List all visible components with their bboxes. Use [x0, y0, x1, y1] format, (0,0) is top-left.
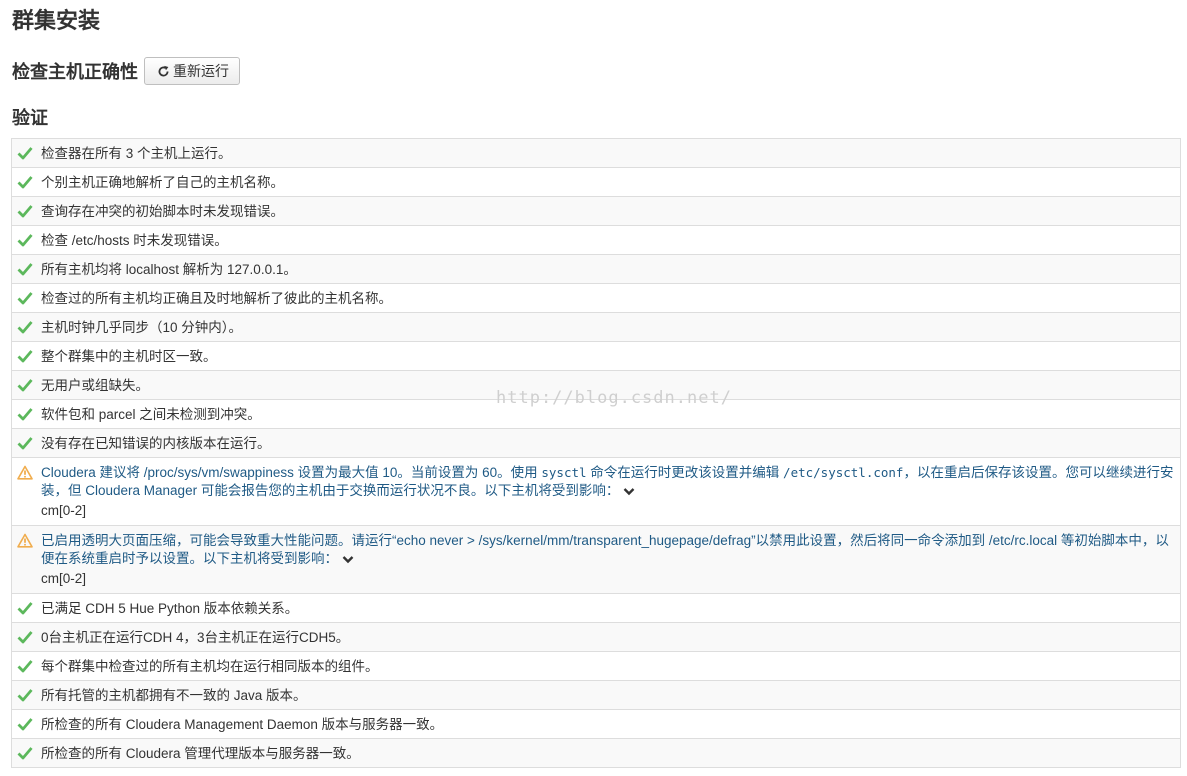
- check-icon: [17, 263, 33, 276]
- warning-message: Cloudera 建议将 /proc/sys/vm/swappiness 设置为…: [41, 465, 1173, 498]
- check-row-passed: 所检查的所有 Cloudera 管理代理版本与服务器一致。: [12, 739, 1180, 768]
- check-icon: [17, 718, 33, 731]
- status-icon: [17, 435, 41, 455]
- status-icon: [17, 600, 41, 620]
- check-row-passed: 检查器在所有 3 个主机上运行。: [12, 139, 1180, 168]
- check-icon: [17, 689, 33, 702]
- status-icon: [17, 348, 41, 368]
- message-text: Cloudera 建议将 /proc/sys/vm/swappiness 设置为…: [41, 465, 542, 480]
- affected-hosts: cm[0-2]: [41, 503, 87, 518]
- check-icon: [17, 292, 33, 305]
- check-row-passed: 0台主机正在运行CDH 4，3台主机正在运行CDH5。: [12, 623, 1180, 652]
- status-icon: [17, 745, 41, 765]
- check-icon: [17, 747, 33, 760]
- status-icon: [17, 203, 41, 223]
- check-icon: [17, 350, 33, 363]
- check-row-passed: 已满足 CDH 5 Hue Python 版本依赖关系。: [12, 594, 1180, 623]
- check-text: 检查 /etc/hosts 时未发现错误。: [41, 233, 228, 248]
- validation-title: 验证: [12, 108, 48, 129]
- message-text: 已启用透明大页面压缩，可能会导致重大性能问题。请运行“echo never > …: [41, 533, 1169, 566]
- status-icon: [17, 145, 41, 165]
- check-row-passed: 软件包和 parcel 之间未检测到冲突。: [12, 400, 1180, 429]
- check-text: 所有托管的主机都拥有不一致的 Java 版本。: [41, 688, 307, 703]
- section-header: 检查主机正确性 重新运行: [12, 56, 240, 86]
- affected-hosts: cm[0-2]: [41, 571, 87, 586]
- check-text: 软件包和 parcel 之间未检测到冲突。: [41, 407, 261, 422]
- check-row-warning: 已启用透明大页面压缩，可能会导致重大性能问题。请运行“echo never > …: [12, 526, 1180, 594]
- check-text: 无用户或组缺失。: [41, 378, 149, 393]
- status-icon: [17, 464, 41, 485]
- check-text: 所检查的所有 Cloudera 管理代理版本与服务器一致。: [41, 746, 360, 761]
- status-icon: [17, 290, 41, 310]
- status-icon: [17, 232, 41, 252]
- check-row-passed: 主机时钟几乎同步（10 分钟内）。: [12, 313, 1180, 342]
- check-icon: [17, 660, 33, 673]
- check-row-passed: 检查过的所有主机均正确且及时地解析了彼此的主机名称。: [12, 284, 1180, 313]
- section-title: 检查主机正确性: [12, 62, 138, 83]
- status-icon: [17, 174, 41, 194]
- check-icon: [17, 321, 33, 334]
- check-text: 个别主机正确地解析了自己的主机名称。: [41, 175, 284, 190]
- check-icon: [17, 147, 33, 160]
- check-text: 已启用透明大页面压缩，可能会导致重大性能问题。请运行“echo never > …: [41, 532, 1174, 588]
- check-icon: [17, 437, 33, 450]
- validation-results-table: 检查器在所有 3 个主机上运行。个别主机正确地解析了自己的主机名称。 查询存在冲突…: [11, 138, 1181, 768]
- check-icon: [17, 379, 33, 392]
- check-row-passed: 查询存在冲突的初始脚本时未发现错误。: [12, 197, 1180, 226]
- status-icon: [17, 658, 41, 678]
- chevron-down-icon[interactable]: [342, 555, 354, 564]
- check-row-passed: 所检查的所有 Cloudera Management Daemon 版本与服务器…: [12, 710, 1180, 739]
- check-text: Cloudera 建议将 /proc/sys/vm/swappiness 设置为…: [41, 464, 1174, 520]
- page-title: 群集安装: [12, 8, 101, 34]
- check-icon: [17, 205, 33, 218]
- check-icon: [17, 176, 33, 189]
- status-icon: [17, 716, 41, 736]
- check-text: 整个群集中的主机时区一致。: [41, 349, 217, 364]
- check-text: 所有主机均将 localhost 解析为 127.0.0.1。: [41, 262, 297, 277]
- status-icon: [17, 406, 41, 426]
- check-text: 每个群集中检查过的所有主机均在运行相同版本的组件。: [41, 659, 379, 674]
- rerun-button[interactable]: 重新运行: [144, 57, 240, 85]
- check-row-passed: 整个群集中的主机时区一致。: [12, 342, 1180, 371]
- chevron-down-icon[interactable]: [623, 487, 635, 496]
- check-text: 检查过的所有主机均正确且及时地解析了彼此的主机名称。: [41, 291, 392, 306]
- check-icon: [17, 631, 33, 644]
- status-icon: [17, 629, 41, 649]
- code-text: /etc/sysctl.conf: [783, 465, 904, 480]
- check-row-passed: 所有托管的主机都拥有不一致的 Java 版本。: [12, 681, 1180, 710]
- check-text: 0台主机正在运行CDH 4，3台主机正在运行CDH5。: [41, 630, 350, 645]
- status-icon: [17, 261, 41, 281]
- check-row-passed: 检查 /etc/hosts 时未发现错误。: [12, 226, 1180, 255]
- refresh-icon: [158, 65, 169, 76]
- message-text: 命令在运行时更改该设置并编辑: [586, 465, 784, 480]
- check-icon: [17, 234, 33, 247]
- check-icon: [17, 408, 33, 421]
- status-icon: [17, 319, 41, 339]
- check-text: 查询存在冲突的初始脚本时未发现错误。: [41, 204, 284, 219]
- check-icon: [17, 602, 33, 615]
- check-row-passed: 所有主机均将 localhost 解析为 127.0.0.1。: [12, 255, 1180, 284]
- check-text: 检查器在所有 3 个主机上运行。: [41, 146, 232, 161]
- status-icon: [17, 532, 41, 553]
- check-row-passed: 每个群集中检查过的所有主机均在运行相同版本的组件。: [12, 652, 1180, 681]
- check-text: 所检查的所有 Cloudera Management Daemon 版本与服务器…: [41, 717, 444, 732]
- check-row-passed: 没有存在已知错误的内核版本在运行。: [12, 429, 1180, 458]
- warning-icon: [17, 533, 33, 548]
- check-row-warning: Cloudera 建议将 /proc/sys/vm/swappiness 设置为…: [12, 458, 1180, 526]
- warning-icon: [17, 465, 33, 480]
- warning-message: 已启用透明大页面压缩，可能会导致重大性能问题。请运行“echo never > …: [41, 533, 1169, 566]
- status-icon: [17, 377, 41, 397]
- code-text: sysctl: [541, 465, 587, 480]
- status-icon: [17, 687, 41, 707]
- check-text: 主机时钟几乎同步（10 分钟内）。: [41, 320, 243, 335]
- check-text: 没有存在已知错误的内核版本在运行。: [41, 436, 271, 451]
- check-row-passed: 个别主机正确地解析了自己的主机名称。: [12, 168, 1180, 197]
- rerun-button-label: 重新运行: [173, 63, 229, 79]
- check-text: 已满足 CDH 5 Hue Python 版本依赖关系。: [41, 601, 299, 616]
- check-row-passed: 无用户或组缺失。: [12, 371, 1180, 400]
